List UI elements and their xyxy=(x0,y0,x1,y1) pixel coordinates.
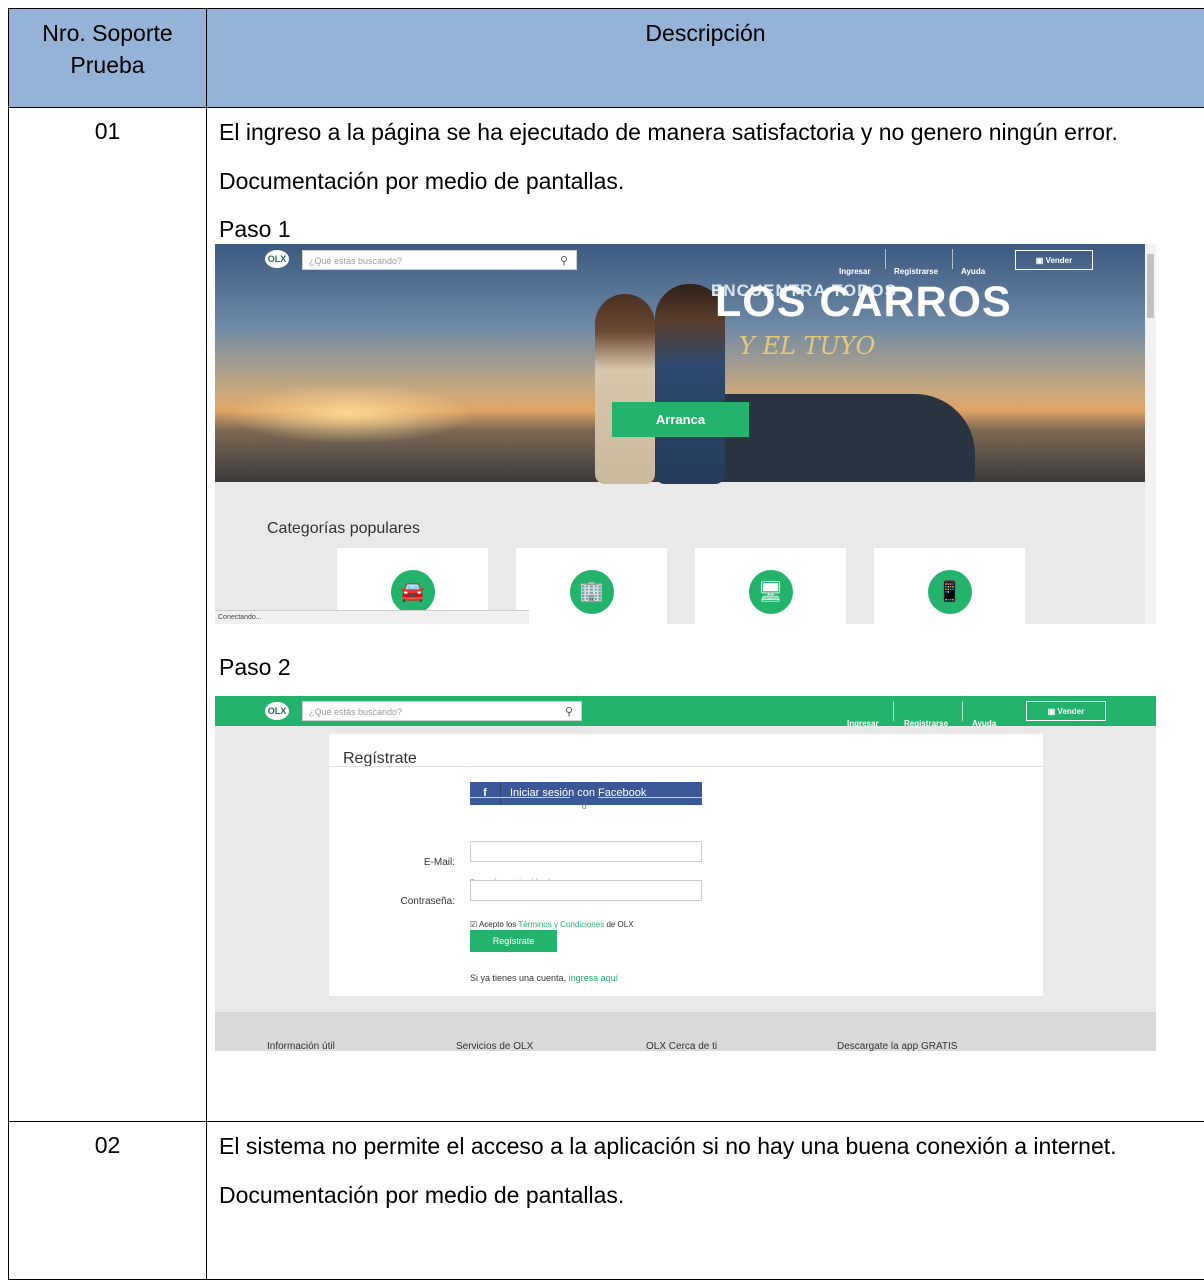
login-prompt-text: Si ya tienes una cuenta, xyxy=(470,973,567,983)
terms-suffix: de OLX xyxy=(606,920,634,929)
row-number: 01 xyxy=(8,107,207,1122)
terms-prefix: Acepto los xyxy=(478,920,517,929)
olx-logo[interactable]: OLX xyxy=(265,250,289,268)
facebook-button-label: Iniciar sesión con Facebook xyxy=(510,787,647,799)
sell-button[interactable]: ▣ Vender xyxy=(1015,250,1093,270)
row-description: El ingreso a la página se ha ejecutado d… xyxy=(206,107,1204,1122)
camera-icon: ▣ xyxy=(1047,707,1056,716)
nav-divider xyxy=(952,249,953,269)
terms-link[interactable]: Términos y Condiciones xyxy=(518,920,604,929)
help-link[interactable]: Ayuda xyxy=(961,255,985,288)
table-row: 01 El ingreso a la página se ha ejecutad… xyxy=(8,107,1204,1122)
categories-title: Categorías populares xyxy=(267,520,420,537)
step-label: Paso 2 xyxy=(219,654,291,680)
search-placeholder: ¿Qué estás buscando? xyxy=(309,707,403,717)
monitor-icon: 🖥 xyxy=(748,570,793,614)
scroll-thumb[interactable] xyxy=(1147,254,1154,318)
sell-label: Vender xyxy=(1057,707,1085,716)
doc-note: Documentación por medio de pantallas. xyxy=(219,168,625,194)
table-row: 02 El sistema no permite el acceso a la … xyxy=(8,1121,1204,1280)
hero-headline-script: Y EL TUYO xyxy=(739,332,876,360)
step-label: Paso 1 xyxy=(219,216,291,242)
sunset-glow xyxy=(225,384,475,444)
phone-icon: 📱 xyxy=(927,570,972,614)
register-button[interactable]: Regístrate xyxy=(470,930,557,952)
login-link[interactable]: Ingresar xyxy=(839,255,871,288)
row-description: El sistema no permite el acceso a la apl… xyxy=(206,1121,1204,1280)
category-card[interactable]: 🖥 xyxy=(695,548,846,624)
search-icon[interactable]: ⚲ xyxy=(565,702,573,722)
top-nav: OLX ¿Qué estás buscando? ⚲ Ingresar Regi… xyxy=(215,696,1156,728)
top-nav: OLX ¿Qué estás buscando? ⚲ Ingresar Regi… xyxy=(215,244,1145,276)
table-header-row: Nro. Soporte Prueba Descripción xyxy=(8,8,1204,108)
row-text: El sistema no permite el acceso a la apl… xyxy=(219,1133,1117,1159)
hero-banner: ENCUENTRA TODOS LOS CARROS Y EL TUYO Arr… xyxy=(215,244,1145,484)
checkbox-checked-icon[interactable]: ☑ xyxy=(470,920,477,929)
row-number: 02 xyxy=(8,1121,207,1280)
footer-link[interactable]: Servicios de OLX xyxy=(456,1030,533,1051)
login-prompt: Si ya tienes una cuenta, ingresa aquí xyxy=(470,962,618,995)
footer-link[interactable]: Descargate la app GRATIS xyxy=(837,1030,957,1051)
arranca-button[interactable]: Arranca xyxy=(612,402,749,437)
divider xyxy=(598,797,702,798)
test-support-table: Nro. Soporte Prueba Descripción 01 El in… xyxy=(8,8,1204,1280)
status-bar: Conectando... xyxy=(215,610,529,624)
screenshot-register: OLX ¿Qué estás buscando? ⚲ Ingresar Regi… xyxy=(215,696,1156,1051)
search-icon[interactable]: ⚲ xyxy=(560,251,568,271)
search-placeholder: ¿Qué estás buscando? xyxy=(309,256,403,266)
facebook-icon: f xyxy=(470,782,501,805)
category-card[interactable]: 🏢 xyxy=(516,548,667,624)
car-icon: 🚘 xyxy=(390,570,435,614)
email-label: E-Mail: xyxy=(423,857,455,868)
email-field[interactable] xyxy=(470,841,702,862)
camera-icon: ▣ xyxy=(1035,256,1044,265)
register-link[interactable]: Registrarse xyxy=(894,255,938,288)
or-separator: ó xyxy=(582,802,587,811)
building-icon: 🏢 xyxy=(569,570,614,614)
password-field[interactable] xyxy=(470,880,702,901)
olx-logo[interactable]: OLX xyxy=(265,702,289,720)
login-here-link[interactable]: ingresa aquí xyxy=(569,973,619,983)
search-input[interactable]: ¿Qué estás buscando? ⚲ xyxy=(302,701,582,721)
doc-note: Documentación por medio de pantallas. xyxy=(219,1182,625,1208)
search-input[interactable]: ¿Qué estás buscando? ⚲ xyxy=(302,250,577,270)
register-title: Regístrate xyxy=(343,750,417,767)
screenshot-home: ENCUENTRA TODOS LOS CARROS Y EL TUYO Arr… xyxy=(215,244,1156,624)
sell-button[interactable]: ▣ Vender xyxy=(1026,701,1106,721)
footer-link[interactable]: OLX Cerca de ti xyxy=(646,1030,717,1051)
divider xyxy=(470,797,570,798)
hero-headline-main: LOS CARROS xyxy=(715,278,1012,326)
category-card[interactable]: 📱 xyxy=(874,548,1025,624)
header-description: Descripción xyxy=(206,8,1204,108)
scrollbar[interactable] xyxy=(1145,244,1156,624)
nav-divider xyxy=(962,701,963,721)
nav-divider xyxy=(893,701,894,721)
hero-person-woman xyxy=(595,294,655,484)
footer-link[interactable]: Información útil xyxy=(267,1030,335,1051)
divider xyxy=(329,766,1043,767)
row-text: El ingreso a la página se ha ejecutado d… xyxy=(219,119,1118,145)
password-label: Contraseña: xyxy=(400,896,455,907)
header-support-number: Nro. Soporte Prueba xyxy=(8,8,207,108)
sell-label: Vender xyxy=(1045,256,1073,265)
nav-divider xyxy=(885,249,886,269)
